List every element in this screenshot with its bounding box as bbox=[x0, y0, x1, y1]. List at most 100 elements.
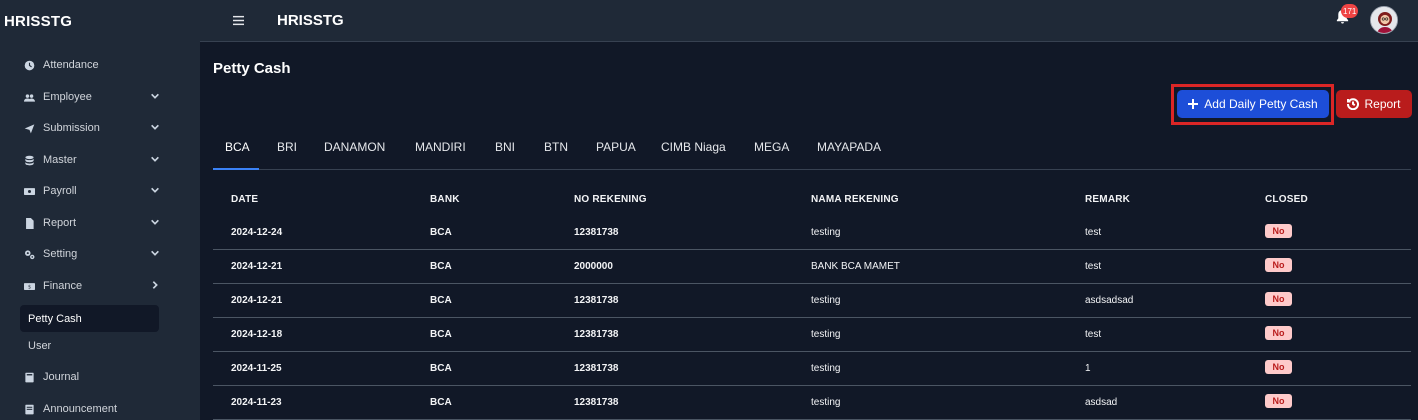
column-header-nama-rekening[interactable]: NAMA REKENING bbox=[811, 194, 899, 205]
sidebar-item-master[interactable]: Master bbox=[22, 149, 162, 171]
chevron-down-icon bbox=[150, 185, 162, 197]
column-header-no-rekening[interactable]: NO REKENING bbox=[574, 194, 647, 205]
brand-logo-text[interactable]: HRISSTG bbox=[4, 13, 72, 30]
sidebar-item-label: Announcement bbox=[43, 403, 117, 415]
closed-status-badge: No bbox=[1265, 326, 1292, 340]
sidebar-item-finance[interactable]: $ Finance bbox=[22, 275, 162, 297]
tab-bca[interactable]: BCA bbox=[213, 140, 259, 170]
svg-text:$: $ bbox=[27, 284, 30, 290]
tab-bni[interactable]: BNI bbox=[495, 140, 515, 170]
tab-cimb-niaga[interactable]: CIMB Niaga bbox=[661, 140, 726, 170]
money-icon bbox=[22, 184, 36, 198]
sidebar: HRISSTG Attendance Employee Submission M… bbox=[0, 0, 200, 420]
users-icon bbox=[22, 90, 36, 104]
plus-icon bbox=[1188, 99, 1199, 109]
closed-status-badge: No bbox=[1265, 360, 1292, 374]
cell-bank: BCA bbox=[430, 261, 452, 272]
tab-btn[interactable]: BTN bbox=[544, 140, 568, 170]
cell-remark: 1 bbox=[1085, 363, 1091, 374]
sidebar-item-label: Report bbox=[43, 217, 77, 229]
cell-bank: BCA bbox=[430, 397, 452, 408]
cell-date: 2024-11-23 bbox=[231, 397, 282, 408]
chevron-down-icon bbox=[150, 154, 162, 166]
cell-remark: asdsad bbox=[1085, 397, 1118, 408]
page-title: Petty Cash bbox=[213, 60, 291, 77]
cell-bank: BCA bbox=[430, 227, 452, 238]
column-header-closed[interactable]: CLOSED bbox=[1265, 194, 1308, 205]
gears-icon bbox=[22, 247, 36, 261]
cell-remark: test bbox=[1085, 329, 1102, 340]
bank-tabs: BCA BRI DANAMON MANDIRI BNI BTN PAPUA CI… bbox=[213, 130, 1411, 170]
chevron-down-icon bbox=[150, 248, 162, 260]
cell-remark: test bbox=[1085, 227, 1102, 238]
column-header-bank[interactable]: BANK bbox=[430, 194, 460, 205]
cell-nama-rekening: testing bbox=[811, 329, 841, 340]
column-header-remark[interactable]: REMARK bbox=[1085, 194, 1130, 205]
cell-nama-rekening: testing bbox=[811, 363, 841, 374]
tab-bri[interactable]: BRI bbox=[277, 140, 297, 170]
column-header-date[interactable]: DATE bbox=[231, 194, 258, 205]
cell-nama-rekening: BANK BCA MAMET bbox=[811, 261, 900, 272]
cell-no-rekening: 12381738 bbox=[574, 363, 619, 374]
table-header: DATE BANK NO REKENING NAMA REKENING REMA… bbox=[213, 185, 1411, 215]
user-avatar[interactable] bbox=[1370, 6, 1398, 34]
megaphone-icon bbox=[22, 402, 36, 416]
cell-date: 2024-12-18 bbox=[231, 329, 283, 340]
sidebar-item-label: Finance bbox=[43, 280, 83, 292]
cell-remark: asdsadsad bbox=[1085, 295, 1134, 306]
table-row[interactable]: 2024-11-23 BCA 12381738 testing asdsad N… bbox=[213, 386, 1411, 420]
cell-no-rekening: 12381738 bbox=[574, 295, 619, 306]
sidebar-item-label: Employee bbox=[43, 91, 92, 103]
hamburger-menu-icon[interactable] bbox=[233, 13, 247, 27]
sidebar-item-report[interactable]: Report bbox=[22, 212, 162, 234]
sidebar-item-announcement[interactable]: Announcement bbox=[22, 398, 162, 420]
tab-danamon[interactable]: DANAMON bbox=[324, 140, 385, 170]
clock-icon bbox=[22, 58, 36, 72]
sidebar-item-journal[interactable]: Journal bbox=[22, 366, 162, 388]
cell-no-rekening: 2000000 bbox=[574, 261, 613, 272]
table-row[interactable]: 2024-12-24 BCA 12381738 testing test No bbox=[213, 216, 1411, 250]
app-title: HRISSTG bbox=[277, 12, 344, 29]
sidebar-item-employee[interactable]: Employee bbox=[22, 86, 162, 108]
cell-bank: BCA bbox=[430, 295, 452, 306]
add-daily-petty-cash-button[interactable]: Add Daily Petty Cash bbox=[1177, 90, 1329, 118]
cell-no-rekening: 12381738 bbox=[574, 397, 619, 408]
sidebar-item-attendance[interactable]: Attendance bbox=[22, 54, 162, 76]
table-row[interactable]: 2024-12-21 BCA 12381738 testing asdsadsa… bbox=[213, 284, 1411, 318]
sidebar-item-label: Master bbox=[43, 154, 77, 166]
tab-mayapada[interactable]: MAYAPADA bbox=[817, 140, 881, 170]
sidebar-item-label: Payroll bbox=[43, 185, 77, 197]
chevron-down-icon bbox=[150, 91, 162, 103]
cash-icon: $ bbox=[22, 279, 36, 293]
cell-bank: BCA bbox=[430, 363, 452, 374]
paper-plane-icon bbox=[22, 121, 36, 135]
closed-status-badge: No bbox=[1265, 292, 1292, 306]
cell-bank: BCA bbox=[430, 329, 452, 340]
closed-status-badge: No bbox=[1265, 394, 1292, 408]
notification-count-badge: 171 bbox=[1341, 4, 1359, 18]
closed-status-badge: No bbox=[1265, 258, 1292, 272]
sidebar-item-payroll[interactable]: Payroll bbox=[22, 180, 162, 202]
cell-nama-rekening: testing bbox=[811, 397, 841, 408]
book-icon bbox=[22, 370, 36, 384]
sidebar-item-submission[interactable]: Submission bbox=[22, 117, 162, 139]
cell-date: 2024-12-21 bbox=[231, 295, 283, 306]
table-row[interactable]: 2024-12-18 BCA 12381738 testing test No bbox=[213, 318, 1411, 352]
sidebar-item-label: Submission bbox=[43, 122, 100, 134]
sidebar-item-setting[interactable]: Setting bbox=[22, 243, 162, 265]
cell-remark: test bbox=[1085, 261, 1102, 272]
sidebar-item-label: Setting bbox=[43, 248, 78, 260]
cell-date: 2024-12-24 bbox=[231, 227, 283, 238]
table-row[interactable]: 2024-12-21 BCA 2000000 BANK BCA MAMET te… bbox=[213, 250, 1411, 284]
cell-date: 2024-12-21 bbox=[231, 261, 283, 272]
tab-mandiri[interactable]: MANDIRI bbox=[415, 140, 466, 170]
tab-mega[interactable]: MEGA bbox=[754, 140, 789, 170]
sidebar-subitem-user[interactable]: User bbox=[20, 332, 159, 359]
top-navbar: HRISSTG 171 bbox=[200, 0, 1418, 42]
tab-papua[interactable]: PAPUA bbox=[596, 140, 636, 170]
cell-nama-rekening: testing bbox=[811, 295, 841, 306]
sidebar-subitem-petty-cash[interactable]: Petty Cash bbox=[20, 305, 159, 332]
table-row[interactable]: 2024-11-25 BCA 12381738 testing 1 No bbox=[213, 352, 1411, 386]
sidebar-item-label: Journal bbox=[43, 371, 80, 383]
report-button[interactable]: Report bbox=[1336, 90, 1412, 118]
